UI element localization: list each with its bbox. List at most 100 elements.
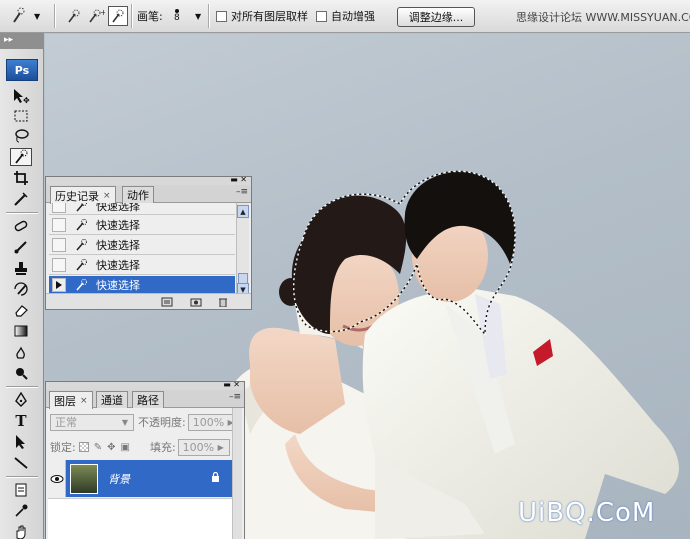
brush-icon xyxy=(14,241,27,254)
snapshot-source-box[interactable] xyxy=(52,203,66,213)
notes-tool[interactable] xyxy=(10,481,32,499)
quick-selection-icon xyxy=(74,237,90,253)
history-state-row[interactable]: 快速选择 xyxy=(49,236,235,255)
hand-tool[interactable] xyxy=(10,523,32,539)
chevron-right-icon: ▶ xyxy=(217,442,224,452)
tab-history[interactable]: 历史记录 × xyxy=(50,186,116,204)
photoshop-logo[interactable]: Ps xyxy=(6,59,38,81)
site-watermark: 思缘设计论坛 WWW.MISSYUAN.COM xyxy=(516,11,690,24)
history-state-label: 快速选择 xyxy=(96,203,140,213)
sample-all-layers-option[interactable]: 对所有图层取样 xyxy=(216,4,308,28)
quick-selection-icon xyxy=(74,277,90,293)
subtract-from-selection-button[interactable] xyxy=(108,6,128,26)
history-state-row[interactable]: 快速选择 xyxy=(49,203,235,215)
history-state-row[interactable]: 快速选择 xyxy=(49,216,235,235)
crop-tool[interactable] xyxy=(10,169,32,187)
fill-field[interactable]: 100% ▶ xyxy=(177,438,230,456)
brush-picker[interactable]: 8 xyxy=(174,4,180,28)
tab-layers[interactable]: 图层 × xyxy=(49,391,93,409)
close-icon[interactable]: × xyxy=(80,396,88,406)
refine-edge-button[interactable]: 调整边缘... xyxy=(397,7,475,27)
smudge-icon xyxy=(16,346,25,359)
layers-scrollbar[interactable] xyxy=(232,408,242,539)
history-state-label: 快速选择 xyxy=(96,279,140,292)
snapshot-source-box[interactable] xyxy=(52,278,66,292)
toolbox-separator xyxy=(6,476,38,478)
type-tool[interactable]: T xyxy=(10,412,32,430)
new-selection-button[interactable] xyxy=(64,6,84,26)
quick-selection-icon xyxy=(74,257,90,273)
toolbox-header[interactable]: ▸▸ xyxy=(0,33,44,49)
blur-tool[interactable] xyxy=(10,343,32,361)
auto-enhance-option[interactable]: 自动增强 xyxy=(316,4,375,28)
brush-dropdown[interactable]: ▼ xyxy=(195,4,201,28)
new-document-from-state-icon[interactable] xyxy=(161,297,173,307)
tab-paths[interactable]: 路径 xyxy=(132,391,164,408)
eyedropper-slice-tool[interactable] xyxy=(10,190,32,208)
healing-brush-tool[interactable] xyxy=(10,217,32,235)
path-selection-icon xyxy=(16,435,25,449)
move-tool[interactable]: ✥ xyxy=(10,87,32,105)
chevron-down-icon: ▼ xyxy=(195,11,202,21)
layers-tabs: 图层 × 通道 路径 xyxy=(46,390,244,409)
snapshot-source-box[interactable] xyxy=(52,238,66,252)
collapse-icon[interactable]: ▬ ✕ xyxy=(223,380,240,389)
lock-image-icon[interactable]: ✎ xyxy=(94,442,102,453)
create-snapshot-icon[interactable] xyxy=(190,297,202,307)
tab-actions[interactable]: 动作 xyxy=(122,186,154,203)
gradient-tool[interactable] xyxy=(10,322,32,340)
chevron-down-icon: ▼ xyxy=(121,417,129,427)
add-to-selection-button[interactable]: + xyxy=(86,6,106,26)
bandage-icon xyxy=(14,220,28,232)
separator xyxy=(208,4,210,28)
history-scrollbar[interactable]: ▲ ▼ xyxy=(236,203,249,297)
line-tool[interactable] xyxy=(10,454,32,472)
history-state-row[interactable]: 快速选择 xyxy=(49,256,235,275)
toolbox-separator xyxy=(6,386,38,388)
auto-enhance-checkbox[interactable] xyxy=(316,10,327,22)
lasso-icon xyxy=(15,129,29,143)
trash-icon[interactable] xyxy=(217,297,229,308)
layer-visibility-toggle[interactable] xyxy=(48,460,66,497)
snapshot-source-box[interactable] xyxy=(52,218,66,232)
layer-row-background[interactable]: 背景 xyxy=(48,460,234,497)
history-brush-tool[interactable] xyxy=(10,280,32,298)
layers-panel: ▬ ✕ 图层 × 通道 路径 –≡ 正常 ▼ 不透明度: 100% ▶ 锁定: … xyxy=(45,380,245,539)
quick-selection-tool-icon xyxy=(8,6,28,27)
blend-mode-select[interactable]: 正常 ▼ xyxy=(50,413,134,431)
sample-all-layers-checkbox[interactable] xyxy=(216,10,227,22)
collapse-icon[interactable]: ▬ ✕ xyxy=(230,175,247,184)
tab-channels-label: 通道 xyxy=(101,394,123,407)
eraser-tool[interactable] xyxy=(10,301,32,319)
panel-menu-icon[interactable]: –≡ xyxy=(236,187,248,197)
eye-icon xyxy=(50,474,63,483)
marquee-tool[interactable] xyxy=(10,107,32,125)
lock-all-icon[interactable]: ▣ xyxy=(121,442,130,453)
brush-label: 画笔: xyxy=(137,10,163,23)
new-selection-icon xyxy=(68,9,80,23)
pen-tool[interactable] xyxy=(10,391,32,409)
eyedropper-tool[interactable] xyxy=(10,502,32,520)
panel-menu-icon[interactable]: –≡ xyxy=(229,392,241,402)
dodge-tool[interactable] xyxy=(10,364,32,382)
lock-fill-row: 锁定: ✎ ✥ ▣ 填充: 100% ▶ xyxy=(50,437,230,457)
subtract-from-selection-icon xyxy=(112,9,124,23)
clone-stamp-tool[interactable] xyxy=(10,259,32,277)
scroll-up-icon[interactable]: ▲ xyxy=(237,205,249,218)
lock-transparent-icon[interactable] xyxy=(78,442,89,452)
path-selection-tool[interactable] xyxy=(10,433,32,451)
close-icon[interactable]: × xyxy=(103,191,111,201)
svg-text:+: + xyxy=(100,8,105,17)
tab-channels[interactable]: 通道 xyxy=(96,391,128,408)
blend-opacity-row: 正常 ▼ 不透明度: 100% ▶ xyxy=(50,412,240,432)
layer-thumbnail xyxy=(70,463,98,494)
history-footer xyxy=(46,293,251,309)
history-tabs: 历史记录 × 动作 xyxy=(46,185,251,204)
brush-tool[interactable] xyxy=(10,238,32,256)
tool-preset-picker[interactable]: ▼ xyxy=(8,4,40,28)
fill-label: 填充: xyxy=(149,441,176,454)
lock-position-icon[interactable]: ✥ xyxy=(107,442,115,453)
lasso-tool[interactable] xyxy=(10,127,32,145)
snapshot-source-box[interactable] xyxy=(52,258,66,272)
quick-selection-tool[interactable] xyxy=(10,148,32,166)
